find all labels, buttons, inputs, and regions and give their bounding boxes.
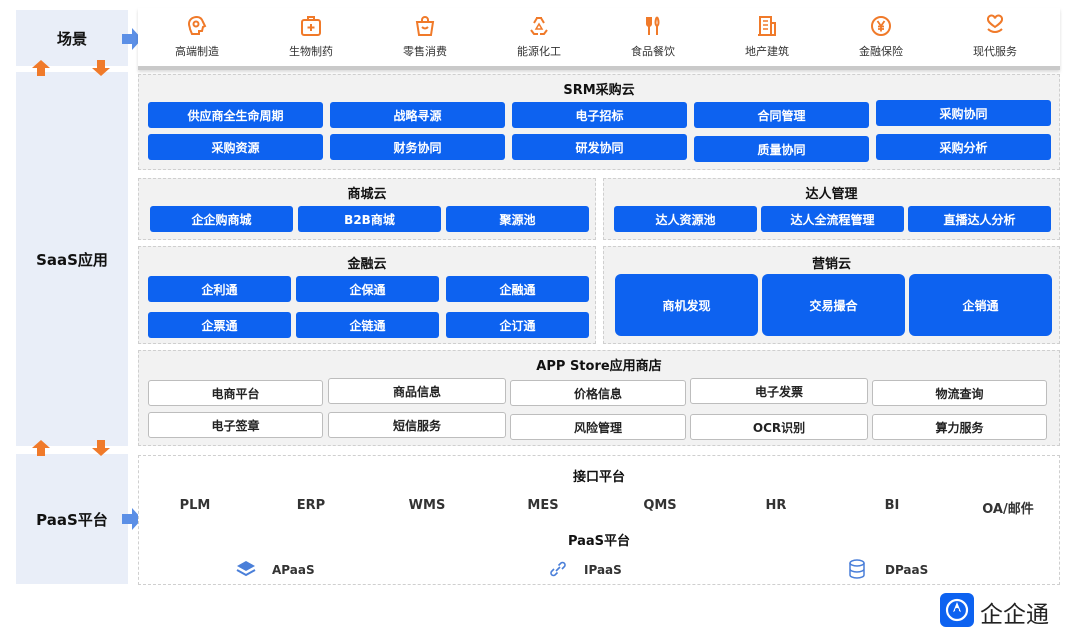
mall-button[interactable]: B2B商城 xyxy=(298,206,441,232)
finance-title: 金融云 xyxy=(347,257,387,272)
scene-item[interactable]: 能源化工 xyxy=(494,10,584,66)
database-icon xyxy=(849,559,865,579)
finance-button[interactable]: 企保通 xyxy=(296,276,439,302)
srm-button[interactable]: 战略寻源 xyxy=(330,102,505,128)
interface-item: BI xyxy=(884,498,900,513)
mall-button[interactable]: 聚源池 xyxy=(446,206,589,232)
srm-button[interactable]: 电子招标 xyxy=(512,102,687,128)
interface-item: PLM xyxy=(179,498,211,513)
scene-label: 金融保险 xyxy=(859,45,903,58)
scene-item[interactable]: 现代服务 xyxy=(950,10,1040,66)
interface-item: ERP xyxy=(296,498,326,513)
platform-title: PaaS平台 xyxy=(567,534,631,549)
scene-label: 食品餐饮 xyxy=(631,45,675,58)
scene-label: 地产建筑 xyxy=(745,45,789,58)
appstore-button[interactable]: 电子签章 xyxy=(148,412,323,438)
heart-hand-icon xyxy=(987,14,1003,34)
appstore-button[interactable]: 电子发票 xyxy=(690,378,868,404)
appstore-button[interactable]: OCR识别 xyxy=(690,414,868,440)
interface-item: MES xyxy=(527,498,559,513)
brand-name: 企企通 xyxy=(980,602,1049,628)
appstore-button[interactable]: 价格信息 xyxy=(510,380,686,406)
marketing-button[interactable]: 商机发现 xyxy=(615,274,758,336)
appstore-button[interactable]: 短信服务 xyxy=(328,412,506,438)
interface-item: QMS xyxy=(643,498,677,513)
talent-button[interactable]: 直播达人分析 xyxy=(908,206,1051,232)
platform-label: DPaaS xyxy=(885,563,929,577)
yen-coin-icon xyxy=(871,16,891,36)
srm-button[interactable]: 财务协同 xyxy=(330,134,505,160)
medkit-icon xyxy=(301,16,321,36)
scene-label: 零售消费 xyxy=(403,45,447,58)
scene-item[interactable]: 金融保险 xyxy=(836,10,926,66)
arrow-up-icon xyxy=(32,60,50,76)
fork-knife-icon xyxy=(646,16,660,35)
scene-label: 现代服务 xyxy=(973,45,1017,58)
scene-label: 能源化工 xyxy=(517,45,561,58)
sidebar-paas: PaaS平台 xyxy=(16,454,128,584)
srm-button[interactable]: 研发协同 xyxy=(512,134,687,160)
scene-label: 高端制造 xyxy=(175,45,219,58)
appstore-button[interactable]: 风险管理 xyxy=(510,414,686,440)
brain-gear-icon xyxy=(187,15,207,35)
arrow-down-icon xyxy=(92,60,110,76)
sidebar-scene: 场景 xyxy=(16,10,128,66)
platform-label: IPaaS xyxy=(584,563,622,577)
scene-label: 生物制药 xyxy=(289,45,333,58)
appstore-title: APP Store应用商店 xyxy=(536,359,662,374)
scene-item[interactable]: 生物制药 xyxy=(266,10,356,66)
interface-item: OA/邮件 xyxy=(982,502,1034,517)
talent-button[interactable]: 达人资源池 xyxy=(614,206,757,232)
mall-title: 商城云 xyxy=(347,187,387,202)
scene-item[interactable]: 地产建筑 xyxy=(722,10,812,66)
talent-title: 达人管理 xyxy=(805,187,858,202)
srm-title: SRM采购云 xyxy=(563,83,635,98)
marketing-button[interactable]: 企销通 xyxy=(909,274,1052,336)
mall-button[interactable]: 企企购商城 xyxy=(150,206,293,232)
link-icon xyxy=(550,561,566,577)
srm-button[interactable]: 质量协同 xyxy=(694,136,869,162)
shopping-bag-icon xyxy=(415,16,435,36)
layers-icon xyxy=(236,561,256,577)
srm-button[interactable]: 供应商全生命周期 xyxy=(148,102,323,128)
interface-item: WMS xyxy=(408,498,446,513)
arrow-up-icon xyxy=(32,440,50,456)
platform-label: APaaS xyxy=(272,563,315,577)
finance-button[interactable]: 企链通 xyxy=(296,312,439,338)
srm-button[interactable]: 合同管理 xyxy=(694,102,869,128)
arrow-down-icon xyxy=(92,440,110,456)
finance-button[interactable]: 企利通 xyxy=(148,276,291,302)
marketing-button[interactable]: 交易撮合 xyxy=(762,274,905,336)
finance-button[interactable]: 企订通 xyxy=(446,312,589,338)
interface-title: 接口平台 xyxy=(572,470,625,485)
recycle-icon xyxy=(530,17,548,35)
appstore-button[interactable]: 电商平台 xyxy=(148,380,323,406)
sidebar-saas: SaaS应用 xyxy=(16,72,128,446)
srm-button[interactable]: 采购资源 xyxy=(148,134,323,160)
scene-item[interactable]: 高端制造 xyxy=(152,10,242,66)
appstore-button[interactable]: 商品信息 xyxy=(328,378,506,404)
srm-button[interactable]: 采购协同 xyxy=(876,100,1051,126)
marketing-title: 营销云 xyxy=(811,257,851,272)
appstore-button[interactable]: 物流查询 xyxy=(872,380,1047,406)
srm-button[interactable]: 采购分析 xyxy=(876,134,1051,160)
scene-item[interactable]: 零售消费 xyxy=(380,10,470,66)
talent-button[interactable]: 达人全流程管理 xyxy=(761,206,904,232)
interface-item: HR xyxy=(765,498,787,513)
finance-button[interactable]: 企融通 xyxy=(446,276,589,302)
appstore-button[interactable]: 算力服务 xyxy=(872,414,1047,440)
scene-item[interactable]: 食品餐饮 xyxy=(608,10,698,66)
finance-button[interactable]: 企票通 xyxy=(148,312,291,338)
building-icon xyxy=(758,16,776,36)
compass-logo-icon xyxy=(940,593,974,627)
